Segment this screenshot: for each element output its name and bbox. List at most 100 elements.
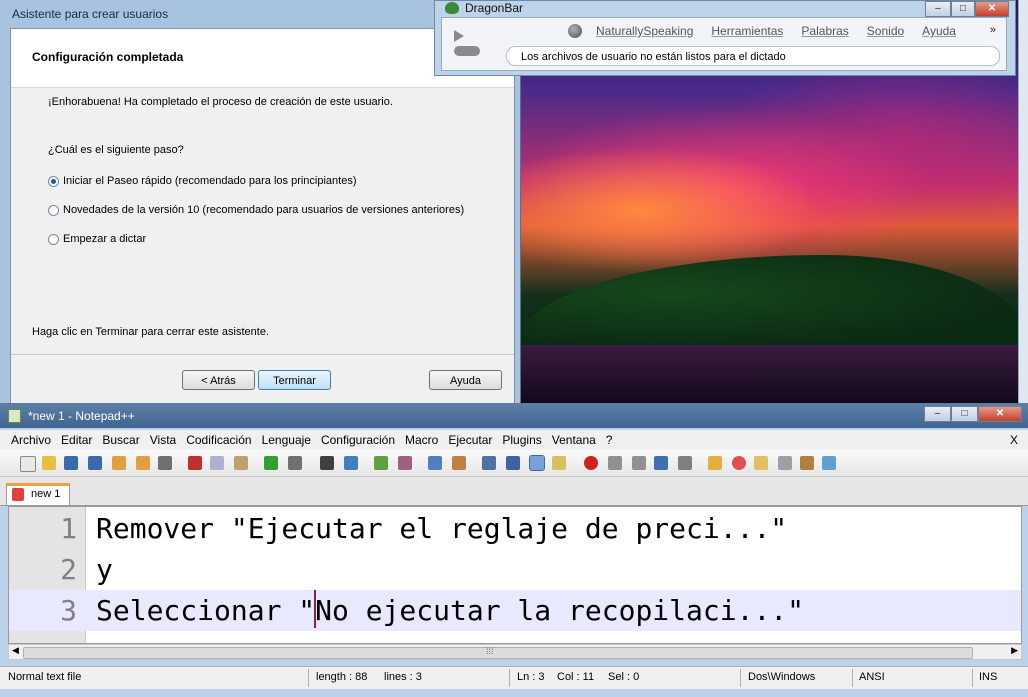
close-button[interactable]: ✕ — [978, 406, 1022, 422]
status-length: length : 88 — [316, 671, 368, 683]
maximize-button[interactable]: □ — [951, 406, 978, 422]
print-icon[interactable] — [158, 456, 172, 470]
save-all-icon[interactable] — [88, 456, 102, 470]
minimize-button[interactable]: – — [925, 1, 951, 17]
wizard-header-title: Configuración completada — [32, 50, 184, 64]
play-macro-icon[interactable] — [632, 456, 646, 470]
scroll-left-icon[interactable]: ◀ — [12, 645, 19, 656]
record-macro-icon[interactable] — [584, 456, 598, 470]
notepadpp-tabbar: new 1 — [0, 477, 1028, 506]
editor-line[interactable]: 1 Remover "Ejecutar el reglaje de preci.… — [9, 508, 1021, 549]
paste-icon[interactable] — [234, 456, 248, 470]
back-button[interactable]: < Atrás — [182, 370, 255, 390]
spell-check-icon[interactable] — [822, 456, 836, 470]
menu-naturallyspeaking[interactable]: NaturallySpeaking — [596, 24, 693, 38]
open-file-icon[interactable] — [42, 456, 56, 470]
cut-icon[interactable] — [188, 456, 202, 470]
undo-icon[interactable] — [264, 456, 278, 470]
status-divider — [740, 669, 741, 687]
sync-vertical-icon[interactable] — [428, 456, 442, 470]
menu-configuracion[interactable]: Configuración — [321, 433, 395, 447]
menu-palabras[interactable]: Palabras — [801, 24, 848, 38]
maximize-button[interactable]: □ — [951, 1, 975, 17]
monkey-icon[interactable] — [800, 456, 814, 470]
menu-help[interactable]: ? — [606, 433, 613, 447]
menu-archivo[interactable]: Archivo — [11, 433, 51, 447]
radio-icon[interactable] — [48, 204, 59, 216]
text-editor[interactable]: 1 Remover "Ejecutar el reglaje de preci.… — [8, 506, 1022, 644]
zoom-in-icon[interactable] — [374, 456, 388, 470]
dragon-logo-icon — [445, 2, 459, 14]
save-icon[interactable] — [64, 456, 78, 470]
zoom-out-icon[interactable] — [398, 456, 412, 470]
option-start-dictating[interactable]: Empezar a dictar — [48, 233, 146, 245]
radio-icon[interactable] — [48, 233, 59, 245]
menu-sonido[interactable]: Sonido — [867, 24, 904, 38]
notepadpp-app-icon — [8, 409, 21, 423]
save-macro-icon[interactable] — [678, 456, 692, 470]
close-document-button[interactable]: X — [1010, 433, 1018, 447]
line-text[interactable]: Remover "Ejecutar el reglaje de preci...… — [96, 508, 787, 549]
copy-icon[interactable] — [210, 456, 224, 470]
plugin-icon[interactable] — [708, 456, 722, 470]
expand-chevron-icon[interactable]: » — [990, 24, 996, 36]
status-eol: Dos\Windows — [748, 671, 816, 683]
sync-horizontal-icon[interactable] — [452, 456, 466, 470]
redo-icon[interactable] — [288, 456, 302, 470]
wallpaper-water — [520, 345, 1028, 405]
menu-ventana[interactable]: Ventana — [552, 433, 596, 447]
status-encoding: ANSI — [859, 671, 885, 683]
status-filetype: Normal text file — [8, 671, 82, 683]
radio-selected-icon[interactable] — [48, 175, 59, 187]
scrollbar-thumb[interactable]: ⁞⁞⁞ — [23, 646, 973, 659]
microphone-button[interactable] — [450, 24, 490, 64]
doc-map-icon[interactable] — [552, 456, 566, 470]
folder-icon[interactable] — [754, 456, 768, 470]
menu-codificacion[interactable]: Codificación — [186, 433, 251, 447]
run-macro-multiple-icon[interactable] — [654, 456, 668, 470]
notepadpp-toolbar — [0, 450, 1028, 477]
menu-plugins[interactable]: Plugins — [502, 433, 541, 447]
replace-icon[interactable] — [344, 456, 358, 470]
option-quick-tour[interactable]: Iniciar el Paseo rápido (recomendado par… — [48, 175, 357, 187]
menu-lenguaje[interactable]: Lenguaje — [262, 433, 311, 447]
help-button[interactable]: Ayuda — [429, 370, 502, 390]
indent-guide-icon[interactable] — [529, 455, 545, 471]
status-divider — [509, 669, 510, 687]
finish-button[interactable]: Terminar — [258, 370, 331, 390]
tab-new-1[interactable]: new 1 — [6, 483, 70, 505]
word-wrap-icon[interactable] — [482, 456, 496, 470]
show-all-chars-icon[interactable] — [506, 456, 520, 470]
scroll-grip-icon: ⁞⁞⁞ — [486, 646, 494, 656]
status-divider — [852, 669, 853, 687]
menu-ayuda[interactable]: Ayuda — [922, 24, 956, 38]
menu-buscar[interactable]: Buscar — [102, 433, 139, 447]
line-number: 2 — [60, 553, 77, 586]
stop-macro-icon[interactable] — [608, 456, 622, 470]
line-text[interactable]: y — [96, 549, 113, 590]
editor-line-current[interactable]: 3 Seleccionar "No ejecutar la recopilaci… — [9, 590, 1021, 631]
menu-vista[interactable]: Vista — [150, 433, 176, 447]
heart-icon[interactable] — [732, 456, 746, 470]
editor-line[interactable]: 2 y — [9, 549, 1021, 590]
congrats-text: ¡Enhorabuena! Ha completado el proceso d… — [48, 96, 393, 108]
find-icon[interactable] — [320, 456, 334, 470]
close-button[interactable]: ✕ — [975, 1, 1009, 17]
menu-ejecutar[interactable]: Ejecutar — [448, 433, 492, 447]
minimize-button[interactable]: – — [924, 406, 951, 422]
notepadpp-window: *new 1 - Notepad++ – □ ✕ Archivo Editar … — [0, 403, 1028, 697]
scroll-right-icon[interactable]: ▶ — [1011, 645, 1018, 656]
new-file-icon[interactable] — [20, 456, 36, 472]
option-whats-new[interactable]: Novedades de la versión 10 (recomendado … — [48, 204, 464, 216]
line-text[interactable]: Seleccionar "No ejecutar la recopilaci..… — [96, 590, 804, 631]
notepadpp-title: *new 1 - Notepad++ — [28, 409, 135, 423]
menu-editar[interactable]: Editar — [61, 433, 92, 447]
status-bar: Normal text file length : 88 lines : 3 L… — [0, 666, 1028, 689]
close-all-icon[interactable] — [136, 456, 150, 470]
close-file-icon[interactable] — [112, 456, 126, 470]
camera-icon[interactable] — [778, 456, 792, 470]
status-line: Ln : 3 — [517, 671, 545, 683]
menu-macro[interactable]: Macro — [405, 433, 438, 447]
menu-herramientas[interactable]: Herramientas — [711, 24, 783, 38]
horizontal-scrollbar[interactable]: ◀ ⁞⁞⁞ ▶ — [8, 644, 1022, 660]
